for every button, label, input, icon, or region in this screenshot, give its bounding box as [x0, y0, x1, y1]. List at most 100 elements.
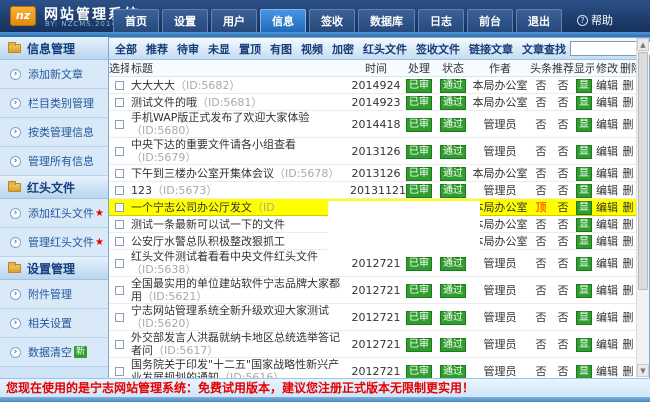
show-badge[interactable]: 显	[576, 218, 592, 232]
sidebar-item-add-article[interactable]: ›添加新文章	[0, 60, 108, 89]
row-title-link[interactable]: 大大大大	[131, 79, 175, 92]
delete-link[interactable]: 删	[623, 167, 634, 180]
row-title-link[interactable]: 测试文件的哦	[131, 96, 197, 109]
status-badge[interactable]: 通过	[440, 96, 466, 110]
sidebar-item-category-manage[interactable]: ›栏目类别管理	[0, 89, 108, 118]
row-title-link[interactable]: 公安厅水警总队积极整改狠抓工	[131, 235, 285, 248]
status-badge[interactable]: 通过	[440, 365, 466, 379]
sidebar-section-info-manage[interactable]: 信息管理	[0, 37, 108, 60]
nav-frontend[interactable]: 前台	[467, 9, 513, 32]
tab-video[interactable]: 视频	[301, 41, 323, 57]
process-badge[interactable]: 已审	[406, 284, 432, 298]
show-badge[interactable]: 显	[576, 235, 592, 249]
edit-link[interactable]: 编辑	[596, 145, 618, 158]
row-checkbox[interactable]	[115, 186, 124, 195]
process-badge[interactable]: 已审	[406, 167, 432, 181]
edit-link[interactable]: 编辑	[596, 235, 618, 248]
sidebar-item-manage-all-info[interactable]: ›管理所有信息	[0, 147, 108, 176]
nav-settings[interactable]: 设置	[162, 9, 208, 32]
row-title-link[interactable]: 测试一条最新可以试一下的文件	[131, 218, 285, 231]
sidebar-item-add-redhead-file[interactable]: ›添加红头文件★	[0, 199, 108, 228]
nav-logs[interactable]: 日志	[418, 9, 464, 32]
help-link[interactable]: ?帮助	[577, 12, 613, 28]
delete-link[interactable]: 删	[623, 311, 634, 324]
show-badge[interactable]: 显	[576, 284, 592, 298]
row-checkbox[interactable]	[115, 237, 124, 246]
row-title-link[interactable]: 宁志网站管理系统全新升级欢迎大家测试	[131, 304, 329, 317]
edit-link[interactable]: 编辑	[596, 284, 618, 297]
row-checkbox[interactable]	[115, 340, 124, 349]
show-badge[interactable]: 显	[576, 96, 592, 110]
tab-recommended[interactable]: 推荐	[146, 41, 168, 57]
row-title-link[interactable]: 一个宁志公司办公厅发文	[131, 201, 252, 214]
row-checkbox[interactable]	[115, 169, 124, 178]
delete-link[interactable]: 删	[623, 218, 634, 231]
process-badge[interactable]: 已审	[406, 365, 432, 379]
delete-link[interactable]: 删	[623, 184, 634, 197]
status-badge[interactable]: 通过	[440, 338, 466, 352]
status-badge[interactable]: 通过	[440, 145, 466, 159]
edit-link[interactable]: 编辑	[596, 96, 618, 109]
delete-link[interactable]: 删	[623, 338, 634, 351]
edit-link[interactable]: 编辑	[596, 79, 618, 92]
row-checkbox[interactable]	[115, 120, 124, 129]
edit-link[interactable]: 编辑	[596, 201, 618, 214]
row-checkbox[interactable]	[115, 81, 124, 90]
row-title-link[interactable]: 手机WAP版正式发布了欢迎大家体验	[131, 111, 309, 124]
process-badge[interactable]: 已审	[406, 96, 432, 110]
nav-users[interactable]: 用户	[211, 9, 257, 32]
tab-link-article[interactable]: 链接文章	[469, 41, 513, 57]
nav-home[interactable]: 首页	[113, 9, 159, 32]
sidebar-item-manage-redhead-file[interactable]: ›管理红头文件★	[0, 228, 108, 257]
row-checkbox[interactable]	[115, 220, 124, 229]
status-badge[interactable]: 通过	[440, 284, 466, 298]
show-badge[interactable]: 显	[576, 79, 592, 93]
show-badge[interactable]: 显	[576, 338, 592, 352]
delete-link[interactable]: 删	[623, 118, 634, 131]
delete-link[interactable]: 删	[623, 79, 634, 92]
row-title-link[interactable]: 123	[131, 184, 152, 197]
status-badge[interactable]: 通过	[440, 118, 466, 132]
row-checkbox[interactable]	[115, 147, 124, 156]
status-badge[interactable]: 通过	[440, 184, 466, 198]
row-title-link[interactable]: 下午到三楼办公室开集体会议	[131, 167, 274, 180]
edit-link[interactable]: 编辑	[596, 167, 618, 180]
nav-database[interactable]: 数据库	[358, 9, 415, 32]
scrollbar-thumb[interactable]	[638, 52, 648, 290]
row-checkbox[interactable]	[115, 98, 124, 107]
tab-redhead-file[interactable]: 红头文件	[363, 41, 407, 57]
edit-link[interactable]: 编辑	[596, 311, 618, 324]
process-badge[interactable]: 已审	[406, 145, 432, 159]
tab-sign-file[interactable]: 签收文件	[416, 41, 460, 57]
tab-encrypted[interactable]: 加密	[332, 41, 354, 57]
row-title-link[interactable]: 中央下达的重要文件请各小组查看	[131, 138, 296, 151]
row-checkbox[interactable]	[115, 313, 124, 322]
sidebar-section-redhead-files[interactable]: 红头文件	[0, 176, 108, 199]
process-badge[interactable]: 已审	[406, 79, 432, 93]
process-badge[interactable]: 已审	[406, 118, 432, 132]
status-badge[interactable]: 通过	[440, 257, 466, 271]
delete-link[interactable]: 删	[623, 257, 634, 270]
show-badge[interactable]: 显	[576, 201, 592, 215]
edit-link[interactable]: 编辑	[596, 184, 618, 197]
status-badge[interactable]: 通过	[440, 167, 466, 181]
nav-sign[interactable]: 签收	[309, 9, 355, 32]
row-checkbox[interactable]	[115, 286, 124, 295]
sidebar-item-related-settings[interactable]: ›相关设置	[0, 309, 108, 338]
row-checkbox[interactable]	[115, 203, 124, 212]
process-badge[interactable]: 已审	[406, 257, 432, 271]
process-badge[interactable]: 已审	[406, 311, 432, 325]
show-badge[interactable]: 显	[576, 311, 592, 325]
edit-link[interactable]: 编辑	[596, 365, 618, 378]
edit-link[interactable]: 编辑	[596, 118, 618, 131]
sidebar-item-data-clear[interactable]: ›数据清空新	[0, 338, 108, 367]
delete-link[interactable]: 删	[623, 201, 634, 214]
row-title-link[interactable]: 红头文件测试着看看中央文件红头文件	[131, 250, 318, 263]
status-badge[interactable]: 通过	[440, 79, 466, 93]
edit-link[interactable]: 编辑	[596, 338, 618, 351]
show-badge[interactable]: 显	[576, 184, 592, 198]
tab-hidden[interactable]: 未显	[208, 41, 230, 57]
status-badge[interactable]: 通过	[440, 311, 466, 325]
scroll-down-icon[interactable]: ▼	[637, 364, 649, 377]
delete-link[interactable]: 删	[623, 145, 634, 158]
